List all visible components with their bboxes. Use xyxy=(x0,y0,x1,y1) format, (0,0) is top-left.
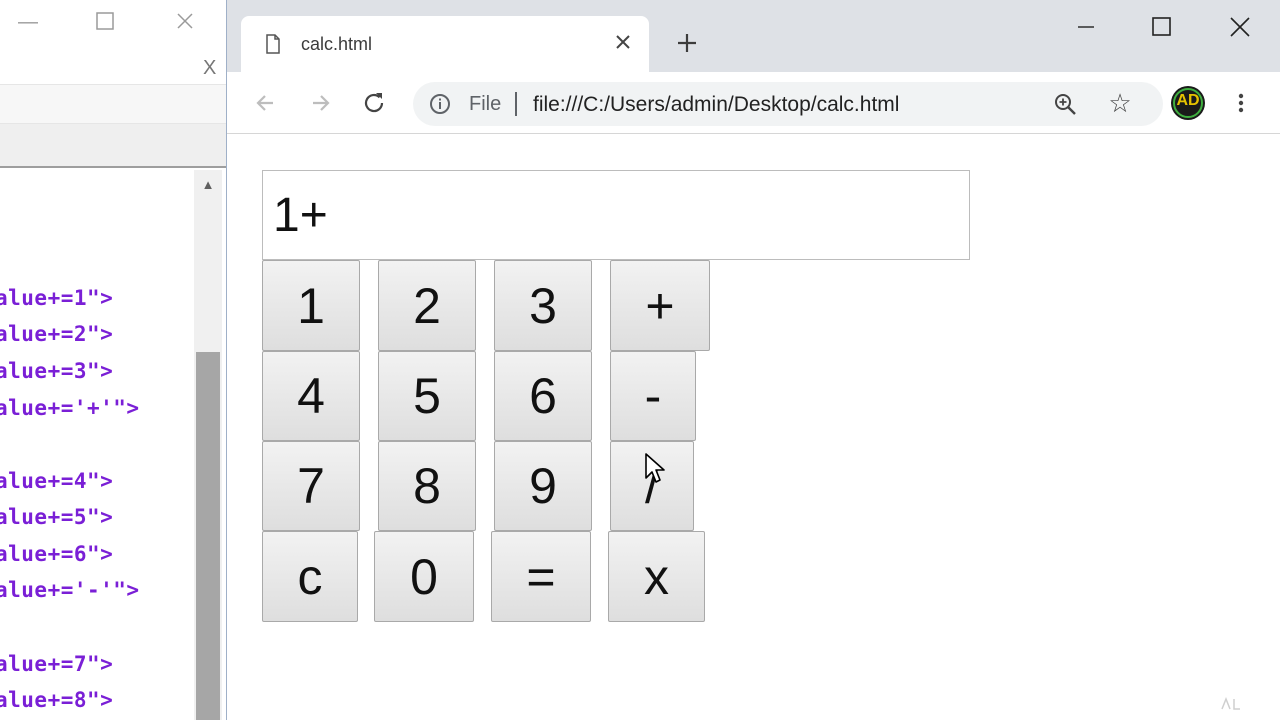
tab-calc[interactable]: calc.html xyxy=(241,16,649,72)
close-icon xyxy=(1230,17,1250,37)
editor-maximize-button[interactable] xyxy=(96,12,114,36)
minimize-icon xyxy=(1078,26,1094,28)
watermark xyxy=(1220,696,1270,714)
browser-minimize-button[interactable] xyxy=(1063,8,1109,46)
key-minus-button[interactable]: - xyxy=(610,351,696,441)
key-0-button[interactable]: 0 xyxy=(374,531,474,622)
key-9-button[interactable]: 9 xyxy=(494,441,592,531)
forward-button[interactable] xyxy=(305,88,335,118)
scheme-label: File xyxy=(469,93,502,115)
more-vert-icon xyxy=(1238,93,1244,113)
maximize-icon xyxy=(96,12,114,30)
maximize-icon xyxy=(1152,17,1171,36)
key-equals-button[interactable]: = xyxy=(491,531,591,622)
editor-tabbar xyxy=(0,124,226,168)
key-1-button[interactable]: 1 xyxy=(262,260,360,351)
close-icon xyxy=(616,35,630,49)
avatar[interactable]: AD xyxy=(1171,86,1205,120)
omnibox-separator xyxy=(515,92,517,116)
code-line: alue+=2"> xyxy=(0,322,114,346)
key-4-button[interactable]: 4 xyxy=(262,351,360,441)
code-line: alue+=5"> xyxy=(0,505,114,529)
avatar-initials: AD xyxy=(1176,92,1200,109)
key-3-button[interactable]: 3 xyxy=(494,260,592,351)
watermark-logo-icon xyxy=(1221,696,1240,710)
key-6-button[interactable]: 6 xyxy=(494,351,592,441)
arrow-right-icon xyxy=(313,95,330,111)
key-multiply-button[interactable]: x xyxy=(608,531,705,622)
editor-toolbar xyxy=(0,84,226,124)
browser-maximize-button[interactable] xyxy=(1139,8,1185,46)
code-line: alue+=7"> xyxy=(0,652,114,676)
scroll-up-arrow-icon[interactable]: ▲ xyxy=(194,170,222,200)
editor-close-button[interactable] xyxy=(176,12,194,36)
browser-close-button[interactable] xyxy=(1217,8,1263,46)
editor-panel-close-button[interactable]: X xyxy=(203,57,216,80)
editor-window: — X alue+=1"> alue+=2"> alue+=3"> alue+=… xyxy=(0,0,226,720)
browser-window: calc.html File file:///C:/Users/admin/De… xyxy=(226,0,1280,720)
key-plus-button[interactable]: + xyxy=(610,260,710,351)
editor-scrollbar-thumb[interactable] xyxy=(196,352,220,720)
tab-title: calc.html xyxy=(301,34,373,54)
editor-minimize-button[interactable]: — xyxy=(18,10,38,34)
kebab-menu-icon[interactable] xyxy=(1231,88,1251,118)
tab-strip: calc.html xyxy=(227,0,1280,72)
page-content: 1 2 3 + 4 5 6 - 7 8 9 / c 0 = x xyxy=(227,134,1280,720)
browser-toolbar: File file:///C:/Users/admin/Desktop/calc… xyxy=(227,72,1280,134)
reload-button[interactable] xyxy=(359,88,389,118)
new-tab-button[interactable] xyxy=(671,28,703,60)
code-line: alue+=6"> xyxy=(0,542,114,566)
key-7-button[interactable]: 7 xyxy=(262,441,360,531)
key-8-button[interactable]: 8 xyxy=(378,441,476,531)
document-icon xyxy=(266,34,280,54)
code-line: alue+=1"> xyxy=(0,286,114,310)
back-button[interactable] xyxy=(251,88,281,118)
key-clear-button[interactable]: c xyxy=(262,531,358,622)
arrow-left-icon xyxy=(256,95,273,111)
info-icon[interactable] xyxy=(429,93,451,115)
reload-icon xyxy=(364,93,384,113)
key-5-button[interactable]: 5 xyxy=(378,351,476,441)
code-line: alue+=3"> xyxy=(0,359,114,383)
code-editor[interactable]: alue+=1"> alue+=2"> alue+=3"> alue+='+'"… xyxy=(0,170,194,720)
tab-close-button[interactable] xyxy=(609,28,637,56)
url-text[interactable]: file:///C:/Users/admin/Desktop/calc.html xyxy=(533,93,899,117)
close-icon xyxy=(177,13,193,29)
calculator-display[interactable] xyxy=(262,170,970,260)
key-2-button[interactable]: 2 xyxy=(378,260,476,351)
code-line: alue+=8"> xyxy=(0,688,114,712)
address-bar[interactable]: File file:///C:/Users/admin/Desktop/calc… xyxy=(413,82,1163,126)
code-line: alue+=4"> xyxy=(0,469,114,493)
key-divide-button[interactable]: / xyxy=(610,441,694,531)
editor-titlebar: — xyxy=(0,0,226,54)
zoom-in-icon[interactable] xyxy=(1053,92,1077,116)
code-line: alue+='-'"> xyxy=(0,578,140,602)
bookmark-star-icon[interactable]: ☆ xyxy=(1107,90,1133,116)
plus-icon xyxy=(678,34,696,52)
code-line: alue+='+'"> xyxy=(0,396,140,420)
